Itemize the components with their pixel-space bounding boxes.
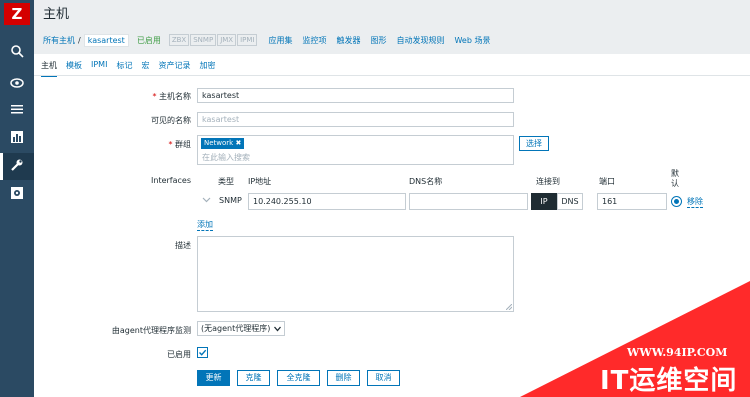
sidebar: Z	[0, 0, 34, 397]
breadcrumb-current-host[interactable]: kasartest	[83, 33, 129, 47]
availability-ipmi: IPMI	[237, 34, 258, 46]
group-chip-network[interactable]: Network ✖	[201, 138, 245, 149]
if-header-ip: IP地址	[248, 177, 272, 186]
visible-name-input[interactable]: kasartest	[197, 112, 514, 127]
proxy-select[interactable]: (无agent代理程序)	[197, 321, 285, 336]
remove-interface-link[interactable]: 移除	[687, 196, 703, 208]
interface-type: SNMP	[219, 196, 242, 205]
chart-icon[interactable]	[9, 130, 25, 146]
connect-dns-button[interactable]: DNS	[557, 193, 583, 210]
nav-graphs[interactable]: 图形	[370, 35, 386, 46]
breadcrumb-all-hosts[interactable]: 所有主机	[43, 35, 75, 46]
resize-handle-icon[interactable]	[506, 304, 512, 310]
chevron-down-icon[interactable]	[202, 195, 211, 206]
checkmark-icon	[199, 349, 207, 356]
connect-ip-button[interactable]: IP	[531, 193, 557, 210]
description-textarea[interactable]	[197, 236, 514, 312]
status-badge[interactable]: 已启用	[137, 35, 161, 46]
watermark-url: WWW.94IP.COM	[627, 346, 728, 359]
nav-discovery-rules[interactable]: 自动发现规则	[396, 35, 444, 46]
if-header-type: 类型	[218, 177, 234, 186]
visible-name-label: 可见的名称	[151, 116, 191, 125]
description-label: 描述	[175, 241, 191, 250]
proxy-label: 由agent代理程序监测	[111, 326, 191, 335]
add-interface-link[interactable]: 添加	[197, 219, 213, 231]
if-header-default: 默认	[671, 169, 679, 188]
interfaces-label: Interfaces	[151, 176, 191, 185]
availability-snmp: SNMP	[190, 34, 217, 46]
interface-dns-input[interactable]	[409, 193, 528, 210]
watermark-brand: IT运维空间	[600, 366, 738, 396]
interface-port-input[interactable]: 161	[597, 193, 667, 210]
delete-button[interactable]: 删除	[327, 370, 360, 386]
groups-multiselect[interactable]: Network ✖ 在此输入搜索	[197, 135, 514, 165]
enabled-checkbox[interactable]	[197, 347, 208, 358]
if-header-port: 端口	[599, 177, 615, 186]
hostname-input[interactable]: kasartest	[197, 88, 514, 103]
cancel-button[interactable]: 取消	[367, 370, 400, 386]
page-title: 主机	[43, 7, 70, 22]
list-icon[interactable]	[9, 102, 25, 118]
settings-icon[interactable]	[9, 186, 25, 202]
breadcrumb-separator: /	[78, 35, 81, 45]
chevron-down-icon	[274, 326, 281, 332]
availability-badges: ZBX SNMP JMX IPMI	[168, 34, 259, 46]
groups-search-input[interactable]: 在此输入搜索	[202, 152, 250, 163]
availability-zbx: ZBX	[168, 34, 190, 46]
if-header-connect: 连接到	[536, 177, 560, 186]
clone-button[interactable]: 克隆	[237, 370, 270, 386]
groups-select-button[interactable]: 选择	[519, 136, 549, 151]
groups-label: * 群组	[168, 140, 191, 149]
enabled-label: 已启用	[167, 350, 191, 359]
search-icon[interactable]	[9, 44, 25, 60]
if-header-dns: DNS名称	[409, 177, 443, 186]
wrench-icon[interactable]	[9, 158, 25, 174]
nav-applications[interactable]: 应用集	[268, 35, 292, 46]
full-clone-button[interactable]: 全克隆	[277, 370, 320, 386]
breadcrumb: 所有主机 / kasartest 已启用 ZBX SNMP JMX IPMI 应…	[43, 33, 490, 47]
connect-to-toggle: IP DNS	[531, 193, 583, 210]
nav-items[interactable]: 监控项	[302, 35, 326, 46]
interface-ip-input[interactable]: 10.240.255.10	[248, 193, 406, 210]
eye-icon[interactable]	[9, 76, 25, 92]
nav-web-scenarios[interactable]: Web 场景	[454, 35, 490, 46]
tabs-divider	[34, 75, 750, 76]
hostname-label: * 主机名称	[152, 92, 191, 101]
zabbix-logo[interactable]: Z	[4, 3, 30, 25]
availability-jmx: JMX	[217, 34, 237, 46]
default-interface-radio[interactable]	[671, 196, 682, 207]
nav-triggers[interactable]: 触发器	[336, 35, 360, 46]
close-icon[interactable]: ✖	[235, 139, 241, 147]
update-button[interactable]: 更新	[197, 370, 230, 386]
